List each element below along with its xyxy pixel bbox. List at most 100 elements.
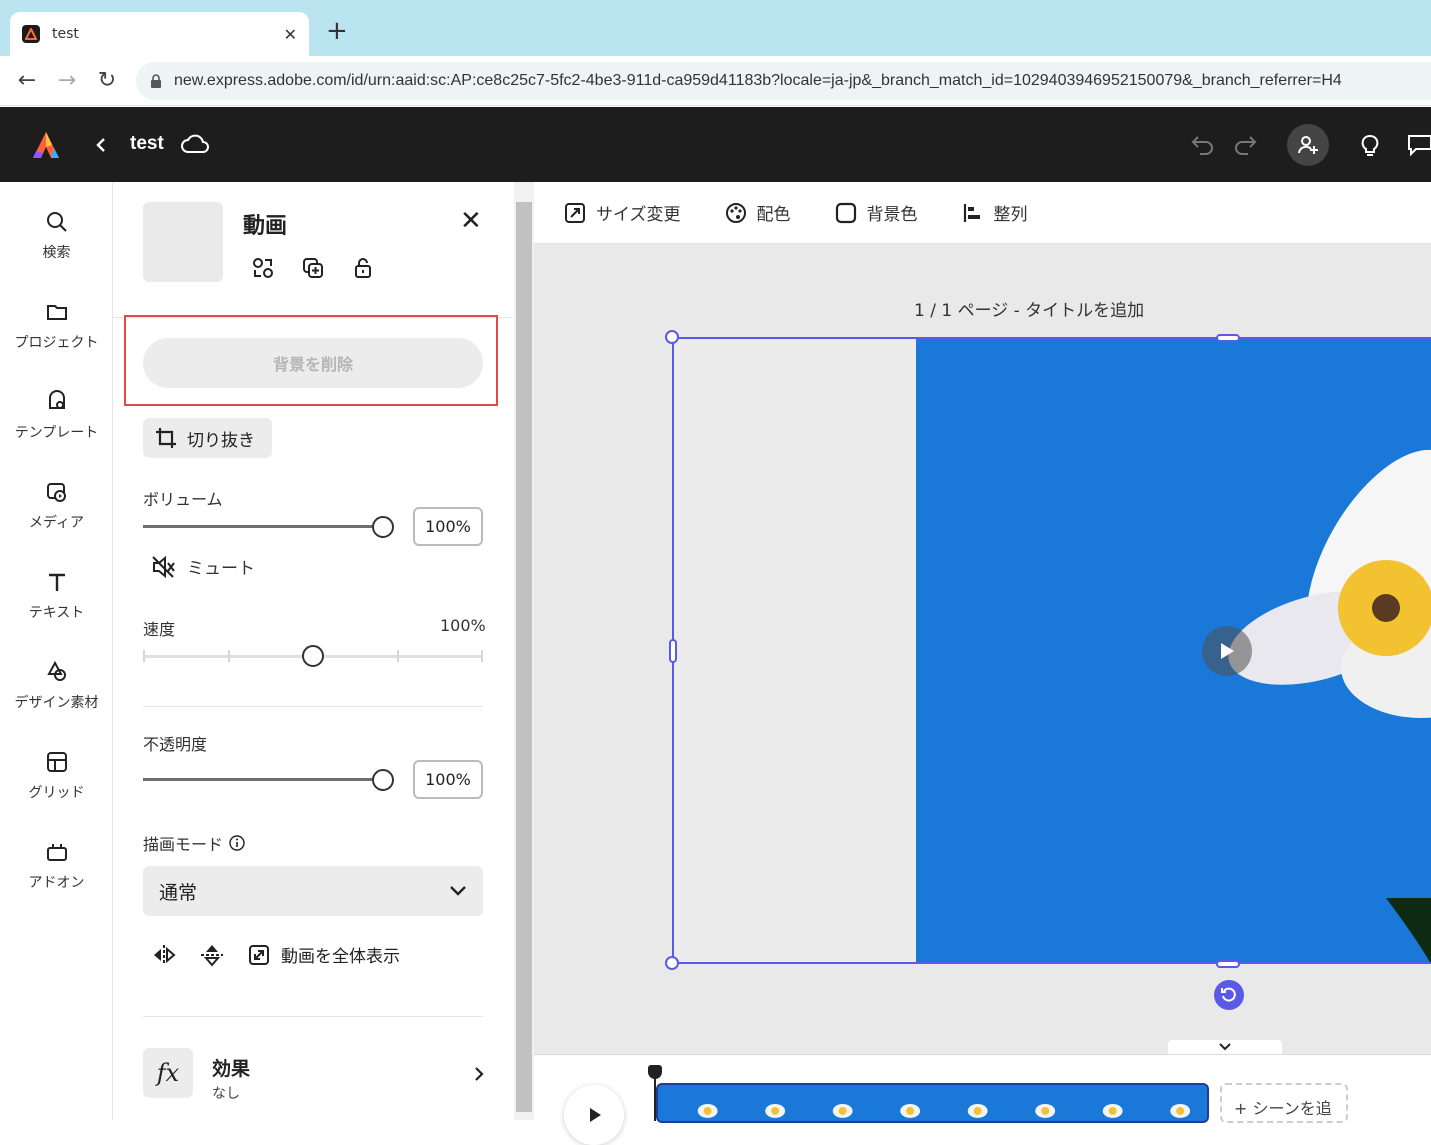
rotate-icon [1221,987,1236,1002]
fit-video-label: 動画を全体表示 [281,947,400,967]
background-color-label: 背景色 [866,205,918,225]
flip-horizontal-icon[interactable] [151,943,177,967]
replace-icon[interactable] [251,256,275,280]
speed-tick [481,650,483,662]
rail-item-media[interactable]: メディア [0,476,113,532]
volume-value-field[interactable]: 100% [413,507,483,546]
mute-button[interactable]: ミュート [151,554,255,579]
rail-item-grid[interactable]: グリッド [0,746,113,802]
tab-close-icon[interactable]: ✕ [284,25,297,44]
address-bar[interactable]: new.express.adobe.com/id/urn:aaid:sc:AP:… [136,62,1431,100]
design-assets-icon [46,660,66,681]
resize-icon [565,202,585,223]
invite-user-button[interactable] [1287,124,1329,166]
undo-icon[interactable] [1190,133,1216,157]
rail-label: 検索 [42,245,71,261]
canvas-area: サイズ変更 配色 背景色 整列 1 / 1 ページ - タイトルを追加 + シー… [534,182,1431,1145]
search-icon [46,212,67,232]
background-color-icon [835,202,856,223]
resize-handle-top-left[interactable] [665,330,679,344]
lightbulb-icon[interactable] [1358,133,1382,159]
mute-label: ミュート [187,559,255,579]
align-button[interactable]: 整列 [962,200,1028,225]
effects-title[interactable]: 効果 [212,1054,250,1081]
background-color-button[interactable]: 背景色 [835,200,918,225]
opacity-label: 不透明度 [143,735,208,754]
rail-item-templates[interactable]: テンプレート [0,386,113,442]
browser-tabbar: test ✕ + [0,0,1431,56]
divider [143,1016,483,1017]
tab-title: test [52,26,79,42]
rail-item-search[interactable]: 検索 [0,206,113,262]
opacity-slider-handle[interactable] [372,769,394,791]
play-icon [590,1108,601,1122]
reload-icon[interactable]: ↻ [92,66,122,96]
new-tab-icon[interactable]: + [326,16,348,46]
rotate-handle[interactable] [1214,980,1244,1010]
crop-icon [156,428,176,448]
clip-thumbnails [697,1104,1191,1118]
add-user-icon [1298,136,1318,154]
fit-video-button[interactable]: 動画を全体表示 [247,942,400,967]
opacity-slider[interactable] [143,778,383,781]
unlock-icon[interactable] [351,256,375,280]
rail-label: テンプレート [14,425,99,441]
app-header: test [0,107,1431,182]
opacity-value-field[interactable]: 100% [413,760,483,799]
video-properties-panel: 動画 ✕ 背景を削除 切り抜き ボリューム 100% ミュート 速度 100% … [113,182,513,1120]
playhead-line [654,1075,656,1121]
flip-vertical-icon[interactable] [199,943,225,967]
speed-slider-handle[interactable] [302,645,324,667]
addon-icon [46,844,67,861]
video-clip[interactable] [656,1083,1209,1123]
adobe-express-logo[interactable] [30,129,62,161]
remove-background-button[interactable]: 背景を削除 [143,338,483,388]
redo-icon[interactable] [1232,133,1258,157]
cloud-icon [181,134,209,153]
divider [143,706,483,707]
crop-button[interactable]: 切り抜き [143,418,272,458]
rail-item-design-assets[interactable]: デザイン素材 [0,656,113,712]
scrollbar-thumb[interactable] [516,202,532,1112]
resize-handle-bottom-left[interactable] [665,956,679,970]
chevron-down-icon [1219,1043,1231,1051]
timeline-play-button[interactable] [564,1085,624,1145]
back-chevron-icon[interactable] [94,137,108,153]
comment-icon[interactable] [1406,133,1431,157]
left-rail: 検索 プロジェクト テンプレート メディア テキスト デザイン素材 グリッド ア… [0,182,113,1120]
resize-handle-left[interactable] [669,639,677,663]
align-label: 整列 [993,205,1028,225]
video-thumbnail [143,202,223,282]
rail-item-text[interactable]: テキスト [0,566,113,622]
rail-item-projects[interactable]: プロジェクト [0,296,113,352]
timeline: + シーンを追 [534,1054,1431,1145]
fit-to-frame-icon [249,944,269,965]
align-icon [963,203,980,222]
palette-icon [725,202,746,223]
rail-item-addons[interactable]: アドオン [0,836,113,892]
add-scene-button[interactable]: + シーンを追 [1220,1083,1348,1123]
resize-handle-bottom[interactable] [1216,960,1240,968]
chevron-down-icon [450,886,466,896]
forward-icon[interactable]: → [52,66,82,96]
folder-icon [46,305,67,320]
mute-icon [152,555,175,578]
back-icon[interactable]: ← [12,66,42,96]
url-text: new.express.adobe.com/id/urn:aaid:sc:AP:… [174,72,1342,89]
speed-label: 速度 [143,620,176,639]
volume-slider-handle[interactable] [372,516,394,538]
document-title[interactable]: test [130,133,164,155]
info-icon[interactable] [229,835,245,851]
panel-scrollbar[interactable] [514,182,534,1120]
rail-label: アドオン [28,875,85,891]
color-theme-button[interactable]: 配色 [725,200,791,225]
duplicate-icon[interactable] [301,256,325,280]
close-icon[interactable]: ✕ [460,206,482,236]
resize-button[interactable]: サイズ変更 [564,200,681,225]
chevron-right-icon[interactable] [473,1066,485,1082]
volume-slider[interactable] [143,525,383,528]
page-title[interactable]: 1 / 1 ページ - タイトルを追加 [914,296,1144,321]
browser-tab[interactable]: test ✕ [10,12,309,56]
blend-mode-select[interactable]: 通常 [143,866,483,916]
resize-handle-top[interactable] [1216,334,1240,342]
